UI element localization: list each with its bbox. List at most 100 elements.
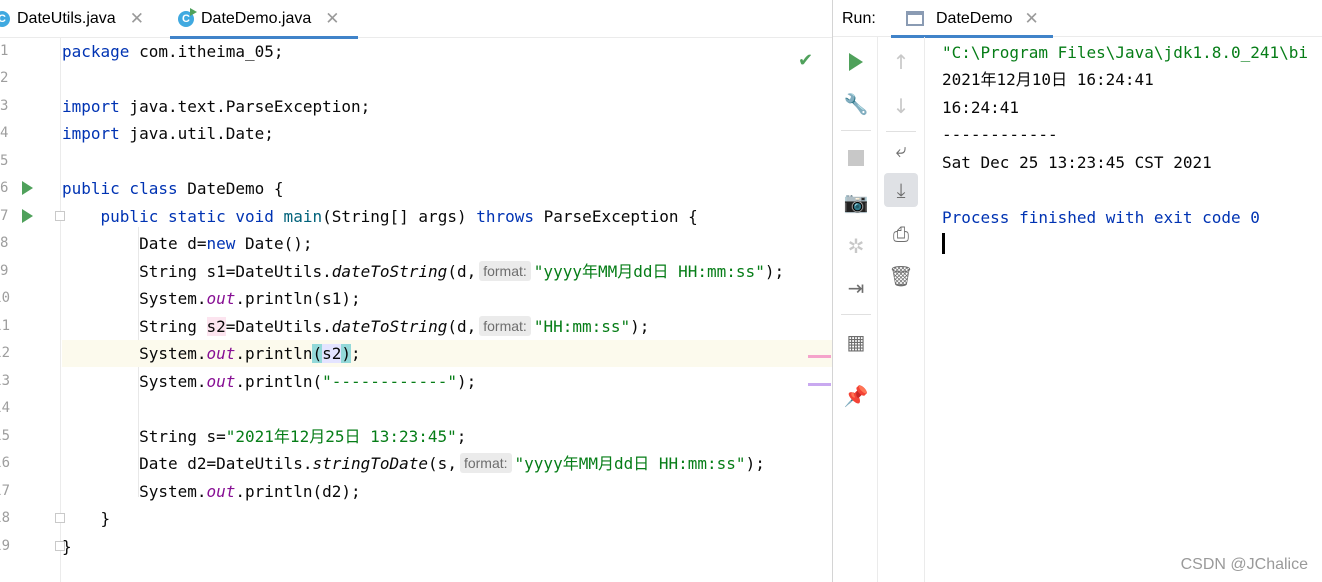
rerun-button[interactable] [839,45,873,79]
tab-dateutils[interactable]: C DateUtils.java ✕ [0,0,166,38]
up-trace-button[interactable]: ↑ [884,45,918,79]
code-line-18: } [62,509,111,528]
code-line-8: Date d=new Date(); [62,234,313,253]
run-class-icon[interactable] [22,181,33,195]
console-window-icon [906,11,924,26]
print-button[interactable]: ⎙ [884,217,918,251]
line-number: 11 [0,318,10,334]
exit-icon: ⇥ [847,276,865,300]
console-line-command: "C:\Program Files\Java\jdk1.8.0_241\bi [942,43,1309,62]
java-runnable-class-icon: C [178,8,197,27]
arrow-up-icon: ↑ [892,50,910,74]
soft-wrap-button[interactable]: ⤶ [884,133,918,167]
code-line-9: String s1=DateUtils.dateToString(d, forma… [62,261,785,281]
toolbar-separator [841,130,871,131]
editor-tab-bar: C DateUtils.java ✕ C DateDemo.java ✕ [0,0,832,39]
line-number: 17 [0,483,10,499]
variable-highlight: s2 [322,344,342,363]
code-line-3: import java.text.ParseException; [62,97,371,116]
code-line-7: public static void main(String[] args) t… [100,207,698,226]
run-tab-datedemo[interactable]: DateDemo ✕ [891,0,1053,38]
close-icon[interactable]: ✕ [325,9,339,29]
run-header: Run: DateDemo ✕ [833,0,1322,38]
console-line: 2021年12月10日 16:24:41 [942,70,1154,89]
trash-icon: 🗑 [888,264,914,288]
line-gutter[interactable]: 1 2 3 4 5 6 7 8 9 10 11 12 13 14 15 16 1… [0,38,97,582]
line-number: 9 [0,263,9,279]
code-line-11: String s2=DateUtils.dateToString(d, forma… [62,316,650,336]
brace-match: ) [341,344,352,363]
run-toolbar-secondary: ↑ ↓ ⤶ ⤓ ⎙ 🗑 [878,37,925,582]
pin-icon: 📌 [843,384,869,408]
console-line-exit: Process finished with exit code 0 [942,208,1260,227]
code-area[interactable]: package com.itheima_05; import java.text… [62,38,832,582]
run-tool-window: Run: DateDemo ✕ 🔧 📷 ✲ ⇥ ▦ 📌 ↑ ↓ ⤶ ⤓ ⎙ 🗑 … [832,0,1322,582]
java-class-icon: C [0,11,10,27]
scrollbar-marker[interactable] [808,355,831,358]
line-number: 14 [0,400,10,416]
code-line-13: System.out.println("------------"); [62,372,477,391]
parameter-hint: format: [459,453,512,473]
camera-icon: 📷 [843,190,869,214]
stop-icon [848,150,864,166]
variable-highlight: s2 [206,317,226,336]
editor-pane: C DateUtils.java ✕ C DateDemo.java ✕ 1 2… [0,0,832,582]
toolbar-separator [841,314,871,315]
printer-icon: ⎙ [893,222,909,246]
code-line-15: String s="2021年12月25日 13:23:45"; [62,427,467,446]
brace-match: ( [312,344,323,363]
tab-label: DateDemo.java [201,10,312,27]
inspection-ok-icon[interactable]: ✔ [798,50,813,71]
debug-button[interactable]: ✲ [839,229,873,263]
line-number: 16 [0,455,10,471]
line-number: 1 [0,43,9,59]
edit-configuration-button[interactable]: 🔧 [839,87,873,121]
code-line-1: package com.itheima_05; [62,42,284,61]
code-line-6: public class DateDemo { [62,179,284,198]
text-caret [942,233,945,254]
layout-button[interactable]: ▦ [839,325,873,359]
clear-all-button[interactable]: 🗑 [884,259,918,293]
arrow-down-icon: ↓ [892,94,910,118]
line-number: 10 [0,290,10,306]
bug-icon: ✲ [847,234,865,258]
tab-label: DateUtils.java [17,10,116,27]
close-icon[interactable]: ✕ [1024,9,1038,29]
thread-dump-button[interactable]: 📷 [839,185,873,219]
class-letter: C [182,13,190,25]
down-trace-button[interactable]: ↓ [884,89,918,123]
layout-icon: ▦ [846,330,866,354]
watermark: CSDN @JChalice [1180,556,1308,573]
run-tab-label: DateDemo [936,9,1013,27]
run-mark-icon [190,8,197,16]
scroll-to-end-button[interactable]: ⤓ [884,173,918,207]
line-number: 4 [0,125,9,141]
line-number: 3 [0,98,9,114]
play-icon [849,53,863,71]
parameter-hint: format: [479,316,531,336]
line-number: 2 [0,70,9,86]
run-main-icon[interactable] [22,209,33,223]
parameter-hint: format: [479,261,531,281]
code-line-17: System.out.println(d2); [62,482,361,501]
line-number: 18 [0,510,10,526]
tab-datedemo[interactable]: C DateDemo.java ✕ [170,0,358,39]
run-label: Run: [842,10,876,27]
pin-tab-button[interactable]: 📌 [839,379,873,413]
console-output[interactable]: "C:\Program Files\Java\jdk1.8.0_241\bi 2… [926,37,1322,582]
line-number: 19 [0,538,10,554]
scroll-to-end-icon: ⤓ [896,178,906,202]
line-number: 12 [0,345,10,361]
soft-wrap-icon: ⤶ [895,138,907,162]
code-line-4: import java.util.Date; [62,124,274,143]
console-line: Sat Dec 25 13:23:45 CST 2021 [942,153,1212,172]
line-number: 8 [0,235,9,251]
scrollbar-marker[interactable] [808,383,831,386]
close-icon[interactable]: ✕ [130,9,144,29]
code-line-16: Date d2=DateUtils.stringToDate(s, format:… [62,453,765,473]
restore-layout-button[interactable]: ⇥ [839,271,873,305]
wrench-icon: 🔧 [843,92,869,116]
line-number: 15 [0,428,10,444]
stop-button[interactable] [839,141,873,175]
line-number: 7 [0,208,9,224]
